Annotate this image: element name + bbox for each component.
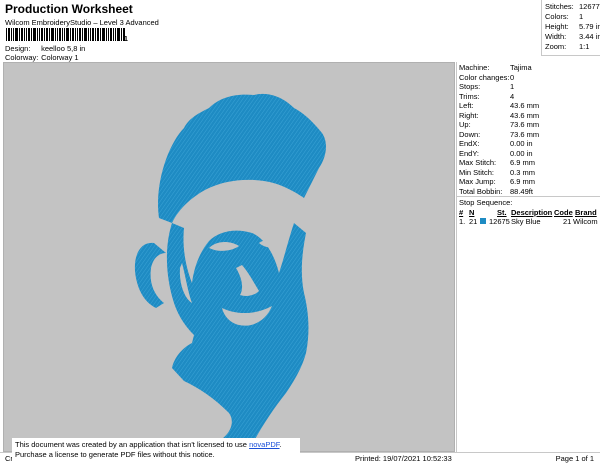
page-title: Production Worksheet <box>5 2 133 16</box>
stop-index: 1. <box>459 217 466 226</box>
design-preview-canvas <box>3 62 455 452</box>
colorway-label: Colorway: <box>5 53 39 62</box>
colorway-value: Colorway 1 <box>41 53 79 62</box>
printed-timestamp: Printed: 19/07/2021 10:52:33 <box>355 454 452 463</box>
detail-value: Tajima <box>510 63 532 72</box>
stop-brand: Wilcom <box>573 217 598 226</box>
detail-label: Min Stitch: <box>459 167 495 177</box>
detail-row: Max Stitch: 6.9 mm <box>459 158 599 167</box>
software-subtitle: Wilcom EmbroideryStudio – Level 3 Advanc… <box>5 18 159 27</box>
license-notice: This document was created by an applicat… <box>12 438 300 462</box>
barcode-icon <box>6 28 125 41</box>
novapdf-link[interactable]: novaPDF <box>249 440 279 449</box>
detail-row: Color changes:0 <box>459 73 599 82</box>
design-value: keelloo 5,8 in <box>41 44 86 53</box>
page-number: Page 1 of 1 <box>555 454 594 463</box>
summary-width: Width: 3.44 in <box>545 32 600 41</box>
table-header-row: # N St. Description Code Brand <box>459 208 599 217</box>
detail-row: EndX: 0.00 in <box>459 139 599 148</box>
summary-stitches: Stitches: 12677 <box>545 2 600 11</box>
detail-value: 0 <box>510 72 515 82</box>
design-label: Design: <box>5 44 31 53</box>
summary-value: 12677 <box>579 2 600 11</box>
detail-value: 0.00 in <box>510 139 533 148</box>
summary-zoom: Zoom: 1:1 <box>545 42 589 51</box>
detail-label: EndX: <box>459 139 480 148</box>
detail-value: 6.9 mm <box>510 158 536 167</box>
detail-value: 4 <box>510 91 515 101</box>
detail-label: Down: <box>459 129 481 139</box>
stop-sequence-table: # N St. Description Code Brand 1. 21 126… <box>459 208 599 226</box>
summary-value: 1:1 <box>579 42 590 51</box>
column-header: Code <box>554 208 573 217</box>
detail-label: Right: <box>459 110 479 120</box>
detail-label: Machine: <box>459 63 490 72</box>
detail-value: 73.6 mm <box>510 129 540 139</box>
detail-value: 73.6 mm <box>510 120 540 129</box>
detail-row: Down: 73.6 mm <box>459 130 599 139</box>
machine-details-panel: Machine: Tajima Color changes:0 Stops: 1 T… <box>456 62 600 452</box>
stop-code: 21 <box>563 217 572 226</box>
detail-value: 43.6 mm <box>510 101 540 110</box>
summary-label: Colors: <box>545 12 569 21</box>
summary-height: Height: 5.79 in <box>545 22 600 31</box>
design-summary: Stitches: 12677 Colors: 1 Height: 5.79 in W… <box>541 0 600 56</box>
detail-value: 43.6 mm <box>510 110 540 120</box>
detail-row: Stops: 1 <box>459 82 599 91</box>
detail-value: 1 <box>510 82 515 91</box>
notice-punct: . <box>279 440 282 449</box>
detail-row: Total Bobbin: 88.49ft <box>459 187 599 196</box>
notice-text: This document was created by an applicat… <box>15 440 247 449</box>
stop-needle: 21 <box>469 217 478 226</box>
detail-row: Left: 43.6 mm <box>459 101 599 110</box>
detail-row: EndY: 0.00 in <box>459 149 599 158</box>
detail-value: 0.00 in <box>510 148 533 158</box>
column-header: Description <box>511 208 553 217</box>
detail-label: Max Jump: <box>459 177 496 186</box>
detail-label: Left: <box>459 101 474 110</box>
detail-label: Stops: <box>459 82 481 91</box>
detail-label: Trims: <box>459 91 480 101</box>
column-header: N <box>469 208 475 217</box>
detail-row: Up: 73.6 mm <box>459 120 599 129</box>
detail-row: Max Jump: 6.9 mm <box>459 177 599 186</box>
summary-label: Zoom: <box>545 42 567 51</box>
barcode-mark: 1 <box>124 36 128 43</box>
column-header: Brand <box>575 208 597 217</box>
summary-value: 3.44 in <box>579 32 600 41</box>
detail-row: Machine: Tajima <box>459 63 599 72</box>
notice-line-2: Purchase a license to generate PDF files… <box>15 450 215 459</box>
detail-label: Color changes: <box>459 72 510 82</box>
detail-value: 88.49ft <box>510 186 533 196</box>
table-row: 1. 21 12675 Sky Blue 21 Wilcom <box>459 217 599 226</box>
detail-label: Total Bobbin: <box>459 186 503 196</box>
detail-value: 0.3 mm <box>510 167 536 177</box>
stop-description: Sky Blue <box>511 217 541 226</box>
summary-label: Stitches: <box>545 2 574 11</box>
column-header: St. <box>497 208 507 217</box>
detail-row: Trims: 4 <box>459 92 599 101</box>
detail-row: Min Stitch: 0.3 mm <box>459 168 599 177</box>
column-header: # <box>459 208 464 217</box>
summary-value: 1 <box>579 12 584 21</box>
embroidery-portrait-image <box>134 93 326 441</box>
thread-color-swatch <box>480 218 486 224</box>
detail-label: Max Stitch: <box>459 158 497 167</box>
section-divider <box>457 196 600 197</box>
detail-row: Right: 43.6 mm <box>459 111 599 120</box>
detail-label: Up: <box>459 120 471 129</box>
summary-value: 5.79 in <box>579 22 600 31</box>
summary-label: Height: <box>545 22 569 31</box>
stop-stitches: 12675 <box>489 217 510 226</box>
stop-sequence-title: Stop Sequence: <box>459 198 513 207</box>
colorway-row: Colorway: Colorway 1 <box>5 53 79 62</box>
worksheet-header: Production Worksheet Wilcom EmbroiderySt… <box>0 0 541 62</box>
detail-value: 6.9 mm <box>510 177 536 186</box>
summary-colors: Colors: 1 <box>545 12 583 21</box>
notice-line-1: This document was created by an applicat… <box>15 440 297 450</box>
summary-label: Width: <box>545 32 567 41</box>
detail-label: EndY: <box>459 148 480 158</box>
design-row: Design: keelloo 5,8 in <box>5 44 85 53</box>
